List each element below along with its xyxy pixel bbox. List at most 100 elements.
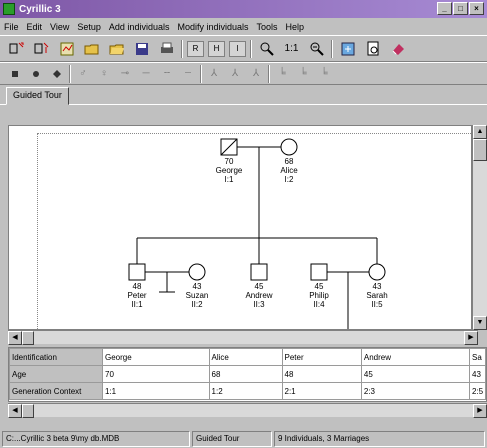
child-sym-2-icon[interactable]: ⅄ xyxy=(226,65,244,83)
grid-cell[interactable]: Sa xyxy=(469,348,486,366)
child-sym-3-icon[interactable]: ⅄ xyxy=(247,65,265,83)
menu-help[interactable]: Help xyxy=(286,22,305,32)
male-gender-icon[interactable]: ♂ xyxy=(74,65,92,83)
grid-cell[interactable]: 45 xyxy=(360,365,471,383)
toolbar-separator xyxy=(69,64,71,83)
main-toolbar: R H I 1:1 xyxy=(0,35,487,62)
menu-edit[interactable]: Edit xyxy=(27,22,43,32)
grid-cell[interactable]: Peter xyxy=(281,348,362,366)
grid-cell[interactable]: 70 xyxy=(102,365,210,383)
grid-cell[interactable]: 1:2 xyxy=(208,382,283,400)
scroll-right-arrow-icon[interactable]: ▶ xyxy=(464,331,478,345)
menu-tools[interactable]: Tools xyxy=(257,22,278,32)
child-sym-1-icon[interactable]: ⅄ xyxy=(205,65,223,83)
toolbar-separator xyxy=(181,39,183,58)
add-male-icon[interactable] xyxy=(6,39,27,59)
alice-symbol xyxy=(280,138,298,156)
scroll-right-arrow-icon[interactable]: ▶ xyxy=(473,404,487,418)
suzan-symbol xyxy=(188,263,206,281)
grid-cell[interactable]: 2:3 xyxy=(360,382,471,400)
canvas-horizontal-scrollbar[interactable]: ◀ ▶ xyxy=(8,330,478,345)
twin-sym-3-icon[interactable]: ╘ xyxy=(315,65,333,83)
menu-modify-individuals[interactable]: Modify individuals xyxy=(177,22,248,32)
scroll-left-arrow-icon[interactable]: ◀ xyxy=(8,404,22,418)
h-button[interactable]: H xyxy=(208,40,225,57)
window-title: Cyrillic 3 xyxy=(19,3,61,15)
grid-cell[interactable]: Alice xyxy=(208,348,283,366)
add-female-icon[interactable] xyxy=(31,39,52,59)
scroll-thumb[interactable] xyxy=(22,404,34,418)
diamond-symbol-icon[interactable] xyxy=(48,65,66,83)
sarah-symbol xyxy=(368,263,386,281)
print-icon[interactable] xyxy=(156,39,177,59)
line-sym-1-icon[interactable]: ─ xyxy=(137,65,155,83)
menu-file[interactable]: File xyxy=(4,22,19,32)
table-row: Identification George Alice Peter Andrew… xyxy=(9,348,486,366)
andrew-symbol xyxy=(250,263,268,281)
row-header: Age xyxy=(9,365,103,383)
grid-cell[interactable]: 68 xyxy=(208,365,283,383)
menu-view[interactable]: View xyxy=(50,22,69,32)
grid-cell[interactable]: 2:1 xyxy=(281,382,362,400)
square-symbol-icon[interactable] xyxy=(6,65,24,83)
status-summary: 9 Individuals, 3 Marriages xyxy=(274,431,485,447)
tab-guided-tour[interactable]: Guided Tour xyxy=(6,87,69,105)
scroll-thumb[interactable] xyxy=(22,331,34,345)
andrew-label: 45 Andrew II:3 xyxy=(245,282,273,309)
status-file-path: C:...Cyrillic 3 beta 9\my db.MDB xyxy=(2,431,190,447)
grid-cell[interactable]: 43 xyxy=(469,365,486,383)
row-header: Identification xyxy=(9,348,103,366)
chart-icon[interactable] xyxy=(56,39,77,59)
table-row: Age 70 68 48 45 43 xyxy=(9,365,486,383)
i-button[interactable]: I xyxy=(229,40,246,57)
canvas-vertical-scrollbar[interactable]: ▲ ▼ xyxy=(472,125,487,330)
minimize-button[interactable]: _ xyxy=(437,2,452,15)
scroll-down-arrow-icon[interactable]: ▼ xyxy=(473,316,487,330)
open-icon[interactable] xyxy=(81,39,102,59)
status-bar: C:...Cyrillic 3 beta 9\my db.MDB Guided … xyxy=(0,430,487,448)
erase-icon[interactable] xyxy=(387,39,408,59)
toolbar-separator xyxy=(250,39,252,58)
sarah-label: 43 Sarah II:5 xyxy=(366,282,388,309)
scroll-left-arrow-icon[interactable]: ◀ xyxy=(8,331,22,345)
scroll-thumb[interactable] xyxy=(473,139,487,161)
close-button[interactable]: × xyxy=(469,2,484,15)
symbol-toolbar: ♂ ♀ ⊸ ─ ╌ ┄ ⅄ ⅄ ⅄ ╘ ╘ ╘ xyxy=(0,62,487,85)
toolbar-separator xyxy=(200,64,202,83)
grid-cell[interactable]: 2:5 xyxy=(469,382,486,400)
alice-label: 68 Alice I:2 xyxy=(280,157,298,184)
philip-symbol xyxy=(310,263,328,281)
link-icon[interactable]: ⊸ xyxy=(116,65,134,83)
twin-sym-1-icon[interactable]: ╘ xyxy=(273,65,291,83)
app-icon xyxy=(3,3,15,15)
female-gender-icon[interactable]: ♀ xyxy=(95,65,113,83)
zoom-icon[interactable] xyxy=(256,39,277,59)
menu-setup[interactable]: Setup xyxy=(77,22,101,32)
fit-icon[interactable] xyxy=(337,39,358,59)
toolbar-separator xyxy=(268,64,270,83)
line-sym-3-icon[interactable]: ┄ xyxy=(179,65,197,83)
pedigree-canvas[interactable]: 70 George I:1 68 Alice I:2 48 Peter II:1 43 Suz… xyxy=(8,125,472,330)
grid-cell[interactable]: 48 xyxy=(281,365,362,383)
grid-cell[interactable]: George xyxy=(102,348,210,366)
r-button[interactable]: R xyxy=(187,40,204,57)
save-icon[interactable] xyxy=(131,39,152,59)
tab-strip: Guided Tour xyxy=(0,85,487,105)
line-sym-2-icon[interactable]: ╌ xyxy=(158,65,176,83)
george-label: 70 George I:1 xyxy=(215,157,243,184)
maximize-button[interactable]: □ xyxy=(453,2,468,15)
zoom-out-icon[interactable] xyxy=(306,39,327,59)
preview-icon[interactable] xyxy=(362,39,383,59)
menu-add-individuals[interactable]: Add individuals xyxy=(109,22,170,32)
status-view-name: Guided Tour xyxy=(192,431,272,447)
circle-symbol-icon[interactable] xyxy=(27,65,45,83)
scroll-up-arrow-icon[interactable]: ▲ xyxy=(473,125,487,139)
grid-cell[interactable]: 1:1 xyxy=(102,382,210,400)
title-bar: Cyrillic 3 _ □ × xyxy=(0,0,487,18)
twin-sym-2-icon[interactable]: ╘ xyxy=(294,65,312,83)
toolbar-separator xyxy=(331,39,333,58)
zoom-1to1-button[interactable]: 1:1 xyxy=(281,39,302,59)
grid-cell[interactable]: Andrew xyxy=(360,348,471,366)
open-folder-icon[interactable] xyxy=(106,39,127,59)
grid-horizontal-scrollbar[interactable]: ◀ ▶ xyxy=(8,403,487,418)
